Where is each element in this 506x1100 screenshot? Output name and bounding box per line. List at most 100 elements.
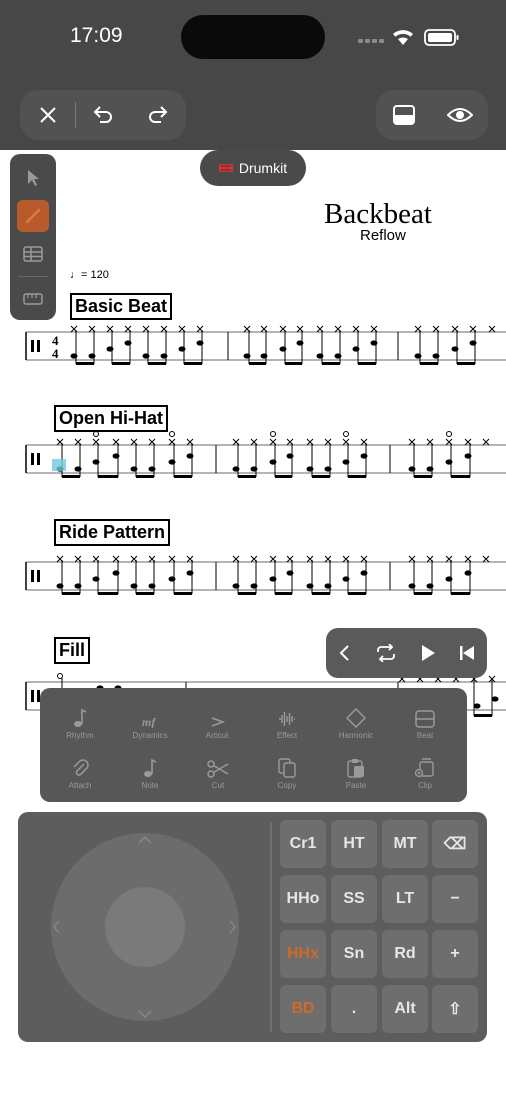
table-tool-button[interactable] <box>17 238 49 270</box>
beam <box>322 362 340 365</box>
tool-harmonic[interactable]: Harmonic <box>321 704 391 740</box>
battery-icon <box>424 29 459 46</box>
tool-clip[interactable]: Clip <box>390 754 460 790</box>
drum-icon <box>218 164 233 172</box>
percussion-clef <box>31 340 34 352</box>
key-3-1[interactable]: . <box>331 985 377 1033</box>
drum-note <box>250 583 258 589</box>
select-tool-button[interactable] <box>17 162 49 194</box>
tool-rhythm[interactable]: Rhythm <box>45 704 115 740</box>
tool-palette <box>10 154 56 320</box>
tool-paste[interactable]: Paste <box>321 754 391 790</box>
dynamic-island <box>181 15 325 59</box>
undo-button[interactable] <box>76 90 131 140</box>
time-signature-bottom: 4 <box>52 346 59 361</box>
tool-effect[interactable]: Effect <box>252 704 322 740</box>
instrument-label: Drumkit <box>238 160 288 176</box>
top-toolbar: 17:09 <box>0 0 506 150</box>
beam <box>358 362 376 365</box>
selection-cursor <box>52 459 66 471</box>
tool-beat[interactable]: Beat <box>390 704 460 740</box>
beam <box>275 592 292 595</box>
tool-cut[interactable]: Cut <box>183 754 253 790</box>
table-icon <box>23 246 43 262</box>
key-1-2[interactable]: LT <box>382 875 428 923</box>
key-0-3[interactable]: ⌫ <box>432 820 478 868</box>
redo-button[interactable] <box>131 90 186 140</box>
skip-back-icon[interactable] <box>459 645 475 661</box>
drum-note <box>426 583 434 589</box>
key-3-0[interactable]: BD <box>280 985 326 1033</box>
tool-label: Attach <box>68 781 92 790</box>
drum-note <box>324 583 332 589</box>
tool-articulation[interactable]: Articul. <box>183 704 253 740</box>
instrument-selector[interactable]: Drumkit <box>200 150 306 186</box>
tool-dynamics[interactable]: mf Dynamics <box>115 704 185 740</box>
percussion-clef <box>31 453 34 465</box>
drum-note <box>160 353 168 359</box>
note-icon <box>144 758 157 777</box>
beam <box>451 475 470 478</box>
palette-divider <box>18 276 48 277</box>
tool-label: Beat <box>416 731 434 740</box>
percussion-clef <box>31 690 34 702</box>
drum-note <box>414 353 422 359</box>
key-0-2[interactable]: MT <box>382 820 428 868</box>
drum-note <box>142 353 150 359</box>
drum-note <box>186 453 194 459</box>
tool-label: Dynamics <box>132 731 168 740</box>
ruler-tool-button[interactable] <box>17 283 49 315</box>
tool-note[interactable]: Note <box>115 754 185 790</box>
drum-note <box>360 570 368 576</box>
paperclip-icon <box>73 759 89 776</box>
beam <box>348 592 366 595</box>
accent-icon <box>211 717 225 727</box>
key-3-2[interactable]: Alt <box>382 985 428 1033</box>
clip-icon <box>415 758 434 778</box>
scissors-icon <box>207 760 229 778</box>
drum-note <box>279 346 287 352</box>
tool-copy[interactable]: Copy <box>252 754 322 790</box>
prev-icon[interactable] <box>338 644 352 662</box>
pencil-tool-button[interactable] <box>17 200 49 232</box>
drum-note <box>408 466 416 472</box>
key-0-0[interactable]: Cr1 <box>280 820 326 868</box>
key-1-0[interactable]: HHo <box>280 875 326 923</box>
key-2-0[interactable]: HHx <box>280 930 326 978</box>
tool-label: Harmonic <box>338 731 374 740</box>
open-hihat-marker <box>93 431 99 437</box>
beam <box>76 362 94 365</box>
drum-note <box>306 583 314 589</box>
undo-icon <box>94 106 113 123</box>
layout-button[interactable] <box>376 90 432 140</box>
loop-icon[interactable] <box>375 644 397 662</box>
play-icon[interactable] <box>420 644 436 662</box>
hihat-note <box>482 438 490 446</box>
redo-icon <box>149 106 168 123</box>
edit-actions-group <box>20 90 186 140</box>
drum-note <box>74 466 82 472</box>
beam <box>414 475 432 478</box>
key-2-3[interactable]: + <box>432 930 478 978</box>
key-2-1[interactable]: Sn <box>331 930 377 978</box>
key-1-1[interactable]: SS <box>331 875 377 923</box>
key-0-1[interactable]: HT <box>331 820 377 868</box>
drum-note <box>186 570 194 576</box>
beam <box>174 475 192 478</box>
key-1-3[interactable]: − <box>432 875 478 923</box>
drum-note <box>360 453 368 459</box>
key-2-2[interactable]: Rd <box>382 930 428 978</box>
drum-note <box>342 576 350 582</box>
beam <box>249 362 266 365</box>
open-hihat-marker <box>343 431 349 437</box>
waveform-icon <box>279 712 295 726</box>
eye-icon <box>447 108 473 122</box>
status-icons <box>358 29 459 46</box>
hihat-note <box>488 325 496 333</box>
tool-attach[interactable]: Attach <box>45 754 115 790</box>
drum-note <box>232 466 240 472</box>
open-hihat-marker <box>446 431 452 437</box>
key-3-3[interactable]: ⇧ <box>432 985 478 1033</box>
view-button[interactable] <box>432 90 488 140</box>
close-button[interactable] <box>20 90 75 140</box>
